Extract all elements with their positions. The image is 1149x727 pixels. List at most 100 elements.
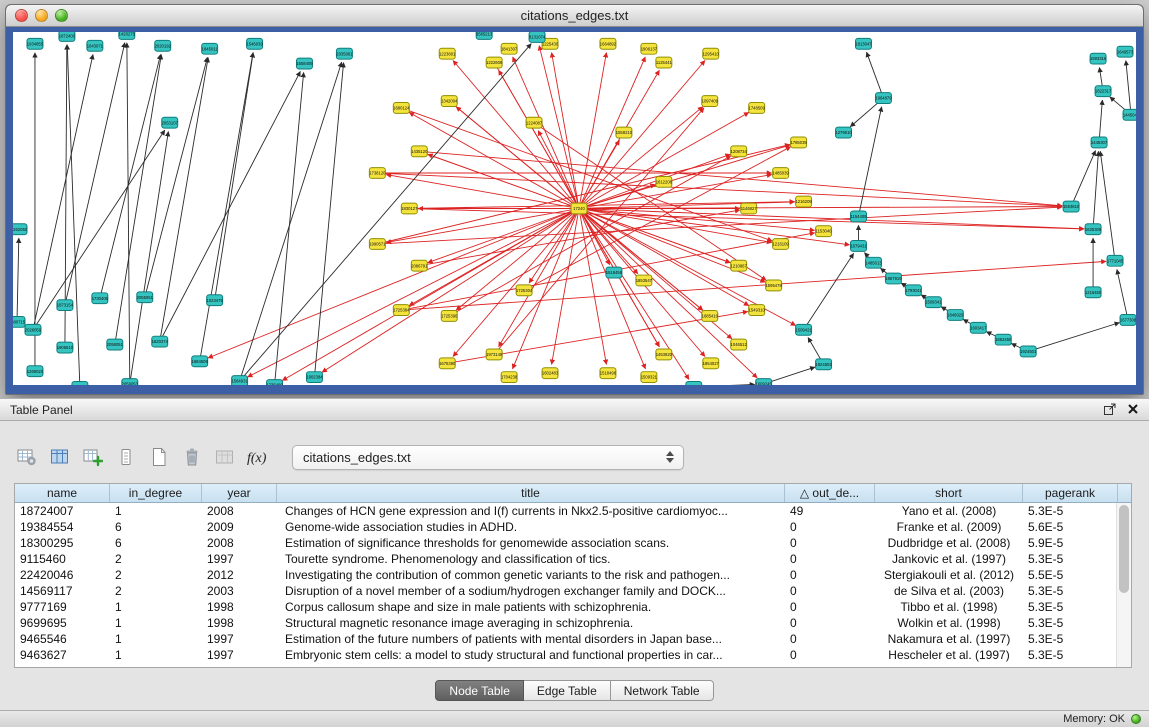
- network-node[interactable]: 1023475: [206, 295, 223, 306]
- tab-network-table[interactable]: Network Table: [611, 680, 714, 701]
- network-node[interactable]: 1830127: [401, 203, 418, 214]
- network-edge[interactable]: [1071, 151, 1095, 207]
- column-header[interactable]: year: [202, 484, 277, 502]
- table-row[interactable]: 946362711997Embryonic stem cells: a mode…: [15, 647, 1131, 663]
- network-node[interactable]: 1216450: [1085, 287, 1102, 298]
- network-node[interactable]: 1684502: [72, 382, 89, 385]
- network-node[interactable]: 1549310: [749, 305, 766, 316]
- network-edge[interactable]: [1093, 151, 1098, 229]
- network-node[interactable]: 1595478: [766, 280, 783, 291]
- network-node[interactable]: 1793041: [905, 285, 922, 296]
- network-edge[interactable]: [240, 44, 532, 381]
- network-graph[interactable]: 1724011468271208734109740911254411664892…: [13, 32, 1136, 385]
- table-mode-icon[interactable]: [14, 444, 40, 470]
- network-node[interactable]: 2059051: [107, 339, 124, 350]
- table-select[interactable]: citations_edges.txt: [292, 445, 684, 470]
- network-node[interactable]: 1730405: [92, 293, 109, 304]
- network-edge[interactable]: [160, 58, 208, 342]
- network-node[interactable]: 1420275: [119, 32, 136, 39]
- network-edge[interactable]: [65, 43, 125, 306]
- network-node[interactable]: 1546039: [246, 38, 263, 49]
- network-edge[interactable]: [579, 107, 703, 209]
- create-column-icon[interactable]: [80, 444, 106, 470]
- table-row[interactable]: 977716911998Corpus callosum shape and si…: [15, 599, 1131, 615]
- network-node[interactable]: 1208734: [731, 146, 748, 157]
- network-node[interactable]: 1735409: [266, 380, 283, 385]
- network-node[interactable]: 1990571: [369, 239, 386, 250]
- network-node[interactable]: 1509421: [795, 324, 812, 335]
- network-node[interactable]: 1625309: [1085, 224, 1102, 235]
- network-node[interactable]: 1558210: [616, 127, 633, 138]
- network-edge[interactable]: [215, 53, 254, 301]
- float-panel-icon[interactable]: [1103, 402, 1117, 416]
- network-node[interactable]: 1675390: [439, 358, 456, 369]
- network-node[interactable]: 1445047: [1123, 109, 1136, 120]
- network-node[interactable]: 1679431: [850, 241, 867, 252]
- network-node[interactable]: 1813047: [855, 38, 872, 49]
- network-edge[interactable]: [579, 209, 638, 274]
- network-node[interactable]: 1224087: [526, 117, 543, 128]
- table-row[interactable]: 1830029562008Estimation of significance …: [15, 535, 1131, 551]
- network-node[interactable]: 1934855: [27, 38, 44, 49]
- network-node[interactable]: 1216209: [795, 196, 812, 207]
- network-node[interactable]: 1862450: [995, 334, 1012, 345]
- network-edge[interactable]: [1099, 100, 1102, 142]
- network-node[interactable]: 1649573: [1117, 46, 1134, 57]
- network-node[interactable]: 1153046: [816, 226, 833, 237]
- network-node[interactable]: 1435120: [411, 146, 428, 157]
- network-node[interactable]: 8131074: [529, 32, 546, 42]
- network-node[interactable]: 2035061: [336, 48, 353, 59]
- network-node[interactable]: 1342004: [441, 96, 458, 107]
- network-node[interactable]: 1612208: [656, 176, 673, 187]
- network-edge[interactable]: [449, 156, 731, 316]
- network-edge[interactable]: [579, 207, 1062, 209]
- network-edge[interactable]: [494, 108, 704, 355]
- network-node[interactable]: 1854027: [703, 358, 720, 369]
- network-node[interactable]: 1210867: [731, 260, 748, 271]
- network-node[interactable]: 1822317: [1095, 86, 1112, 97]
- network-node[interactable]: 9565213: [476, 32, 493, 39]
- network-node[interactable]: 1902384: [306, 372, 323, 383]
- network-node[interactable]: 2026059: [25, 324, 42, 335]
- network-node[interactable]: 1620374: [152, 336, 169, 347]
- network-node[interactable]: 1771045: [1107, 255, 1124, 266]
- network-node[interactable]: 1222608: [486, 57, 503, 68]
- network-node[interactable]: 1873154: [57, 300, 74, 311]
- network-node[interactable]: 1684509: [192, 356, 209, 367]
- network-node[interactable]: 1841307: [501, 43, 518, 54]
- table-row[interactable]: 1456911722003Disruption of a novel membe…: [15, 583, 1131, 599]
- network-edge[interactable]: [33, 54, 93, 329]
- network-edge[interactable]: [1100, 151, 1115, 261]
- network-node[interactable]: 1906137: [641, 43, 658, 54]
- column-header[interactable]: name: [15, 484, 110, 502]
- network-node[interactable]: 1658409: [296, 58, 313, 69]
- network-node[interactable]: 1738120: [369, 168, 386, 179]
- scrollbar-thumb[interactable]: [1119, 505, 1129, 593]
- network-node[interactable]: 1609245: [756, 379, 773, 385]
- network-node[interactable]: 1846029: [947, 310, 964, 321]
- network-node[interactable]: 1725304: [516, 285, 533, 296]
- network-edge[interactable]: [17, 238, 19, 322]
- network-edge[interactable]: [694, 384, 755, 385]
- network-node[interactable]: 1680124: [393, 103, 410, 114]
- network-node[interactable]: 1973148: [486, 349, 503, 360]
- network-node[interactable]: 1445307: [1091, 137, 1108, 148]
- table-row[interactable]: 1872400712008Changes of HCN gene express…: [15, 503, 1131, 519]
- network-node[interactable]: 1509341: [925, 297, 942, 308]
- zoom-window-button[interactable]: [55, 9, 68, 22]
- network-node[interactable]: 1154409: [851, 211, 868, 222]
- column-header[interactable]: pagerank: [1023, 484, 1118, 502]
- network-edge[interactable]: [513, 57, 579, 209]
- network-node[interactable]: 1485039: [772, 168, 789, 179]
- network-node[interactable]: 1748509: [749, 103, 766, 114]
- network-node[interactable]: 1905610: [57, 342, 74, 353]
- network-node[interactable]: 1593316: [1090, 53, 1107, 64]
- network-node[interactable]: 1564931: [231, 376, 248, 385]
- network-node[interactable]: 1725384: [393, 305, 410, 316]
- function-builder-icon[interactable]: f(x): [245, 444, 271, 470]
- window-titlebar[interactable]: citations_edges.txt: [6, 5, 1143, 27]
- network-node[interactable]: 1885310: [686, 382, 703, 385]
- network-node[interactable]: 1845011: [202, 43, 219, 54]
- new-file-icon[interactable]: [146, 444, 172, 470]
- network-edge[interactable]: [275, 72, 304, 385]
